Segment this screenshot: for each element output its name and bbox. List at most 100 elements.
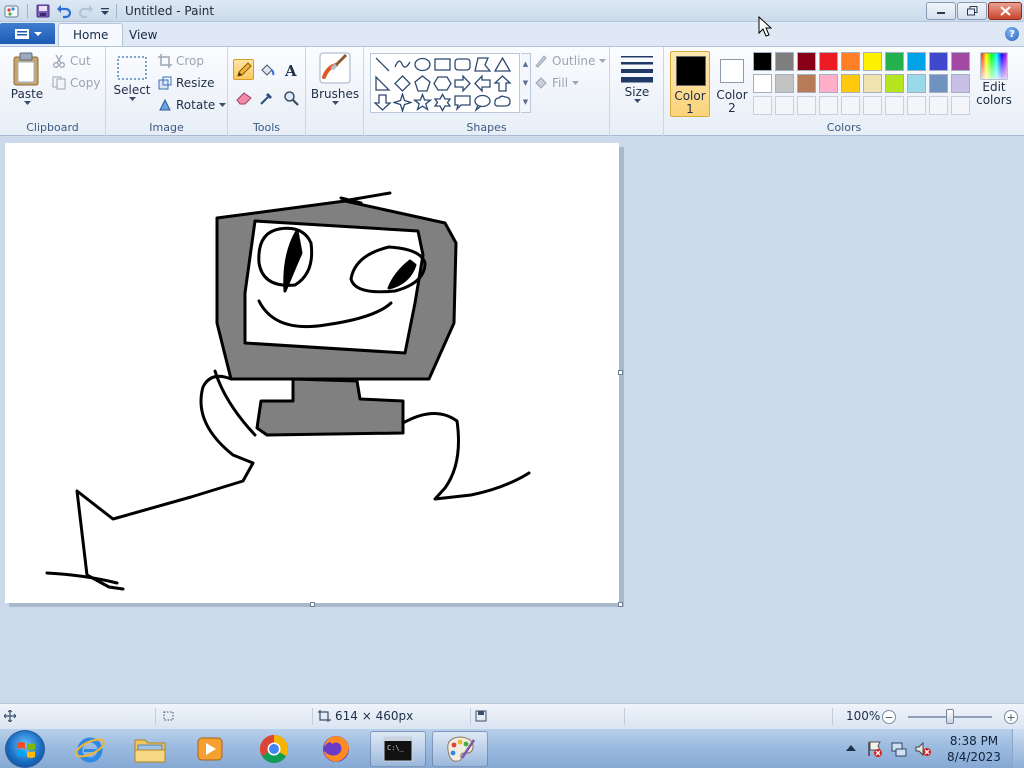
hexagon-shape-icon[interactable] xyxy=(433,74,452,93)
color-2-button[interactable]: Color 2 xyxy=(714,51,750,117)
rectangle-callout-shape-icon[interactable] xyxy=(453,93,472,112)
action-center-flag-icon[interactable] xyxy=(866,740,884,758)
palette-swatch[interactable] xyxy=(907,52,926,71)
customize-quick-access-icon[interactable] xyxy=(99,3,111,19)
oval-callout-shape-icon[interactable] xyxy=(473,93,492,112)
zoom-out-button[interactable]: − xyxy=(882,710,896,724)
tab-view[interactable]: View xyxy=(115,23,171,46)
taskbar-file-explorer[interactable] xyxy=(122,731,178,767)
palette-swatch[interactable] xyxy=(775,74,794,93)
curve-shape-icon[interactable] xyxy=(393,55,412,74)
palette-swatch[interactable] xyxy=(885,74,904,93)
rounded-rectangle-shape-icon[interactable] xyxy=(453,55,472,74)
zoom-slider-thumb[interactable] xyxy=(946,709,954,724)
line-shape-icon[interactable] xyxy=(373,55,392,74)
oval-shape-icon[interactable] xyxy=(413,55,432,74)
cloud-callout-shape-icon[interactable] xyxy=(493,93,512,112)
palette-swatch[interactable] xyxy=(929,52,948,71)
colors-group: Color 1 Color 2 Edit colors Colors xyxy=(664,47,1024,136)
rotate-button[interactable]: Rotate xyxy=(158,98,227,112)
paint-app-icon[interactable] xyxy=(4,3,20,19)
down-arrow-shape-icon[interactable] xyxy=(373,93,392,112)
taskbar-command-prompt[interactable]: C:\_ xyxy=(370,731,426,767)
taskbar-media-player[interactable] xyxy=(182,731,238,767)
brushes-button[interactable]: Brushes xyxy=(311,51,359,106)
volume-muted-icon[interactable] xyxy=(914,740,932,758)
up-arrow-shape-icon[interactable] xyxy=(493,74,512,93)
palette-swatch[interactable] xyxy=(841,52,860,71)
undo-icon[interactable] xyxy=(56,3,72,19)
palette-swatch[interactable] xyxy=(753,74,772,93)
six-point-star-shape-icon[interactable] xyxy=(433,93,452,112)
scissors-icon xyxy=(53,54,65,68)
color-picker-tool[interactable] xyxy=(256,87,277,108)
taskbar-internet-explorer[interactable] xyxy=(62,731,118,767)
show-desktop-button[interactable] xyxy=(1012,729,1024,768)
maximize-button[interactable] xyxy=(957,2,987,20)
paste-button[interactable]: Paste xyxy=(6,51,48,106)
palette-swatch[interactable] xyxy=(907,74,926,93)
five-point-star-shape-icon[interactable] xyxy=(413,93,432,112)
taskbar-firefox[interactable] xyxy=(308,731,364,767)
palette-swatch[interactable] xyxy=(863,74,882,93)
taskbar-chrome[interactable] xyxy=(246,731,302,767)
palette-swatch[interactable] xyxy=(775,52,794,71)
palette-swatch[interactable] xyxy=(797,52,816,71)
four-point-star-shape-icon[interactable] xyxy=(393,93,412,112)
line-size-icon xyxy=(621,56,653,83)
diamond-shape-icon[interactable] xyxy=(393,74,412,93)
svg-text:C:\_: C:\_ xyxy=(387,744,405,752)
paint-menu-button[interactable] xyxy=(0,23,55,44)
custom-color-slot xyxy=(863,96,882,115)
color-1-button[interactable]: Color 1 xyxy=(670,51,710,117)
palette-swatch[interactable] xyxy=(841,74,860,93)
taskbar-paint[interactable] xyxy=(432,731,488,767)
zoom-in-button[interactable]: + xyxy=(1004,710,1018,724)
close-button[interactable] xyxy=(988,2,1022,20)
start-button[interactable] xyxy=(5,730,45,768)
right-triangle-shape-icon[interactable] xyxy=(373,74,392,93)
canvas-resize-handle-bottom[interactable] xyxy=(310,602,315,607)
save-icon[interactable] xyxy=(36,3,50,19)
tab-home[interactable]: Home xyxy=(58,23,124,46)
palette-swatch[interactable] xyxy=(863,52,882,71)
network-icon[interactable] xyxy=(890,740,908,758)
right-arrow-shape-icon[interactable] xyxy=(453,74,472,93)
minimize-button[interactable] xyxy=(926,2,956,20)
palette-swatch[interactable] xyxy=(929,74,948,93)
shapes-gallery-scroll[interactable]: ▲ ▼ ▼ xyxy=(521,53,531,113)
pencil-tool[interactable] xyxy=(233,59,254,80)
rectangle-shape-icon[interactable] xyxy=(433,55,452,74)
restore-icon xyxy=(966,6,977,16)
show-hidden-icons-icon[interactable] xyxy=(846,744,856,752)
palette-swatch[interactable] xyxy=(819,74,838,93)
canvas-work-area[interactable] xyxy=(0,137,1024,703)
fill-tool[interactable] xyxy=(256,59,277,80)
palette-swatch[interactable] xyxy=(885,52,904,71)
size-button[interactable]: Size xyxy=(616,53,658,104)
chevron-up-icon[interactable]: ▲ xyxy=(523,60,528,68)
left-arrow-shape-icon[interactable] xyxy=(473,74,492,93)
palette-swatch[interactable] xyxy=(819,52,838,71)
crop-icon xyxy=(158,54,172,68)
select-button[interactable]: Select xyxy=(112,55,152,102)
expand-gallery-icon[interactable]: ▼ xyxy=(523,98,528,106)
edit-colors-button[interactable]: Edit colors xyxy=(974,51,1014,107)
magnifier-tool[interactable] xyxy=(280,87,301,108)
help-icon[interactable]: ? xyxy=(1005,27,1019,41)
canvas-resize-handle-corner[interactable] xyxy=(618,602,623,607)
polygon-shape-icon[interactable] xyxy=(473,55,492,74)
canvas-resize-handle-right[interactable] xyxy=(618,370,623,375)
resize-button[interactable]: Resize xyxy=(158,76,214,90)
text-tool[interactable]: A xyxy=(280,59,301,80)
triangle-shape-icon[interactable] xyxy=(493,55,512,74)
taskbar-clock[interactable]: 8:38 PM 8/4/2023 xyxy=(938,733,1010,765)
chevron-down-icon[interactable]: ▼ xyxy=(523,79,528,87)
drawing-canvas[interactable] xyxy=(5,143,619,603)
palette-swatch[interactable] xyxy=(753,52,772,71)
eraser-tool[interactable] xyxy=(233,87,254,108)
palette-swatch[interactable] xyxy=(951,74,970,93)
palette-swatch[interactable] xyxy=(951,52,970,71)
palette-swatch[interactable] xyxy=(797,74,816,93)
pentagon-shape-icon[interactable] xyxy=(413,74,432,93)
